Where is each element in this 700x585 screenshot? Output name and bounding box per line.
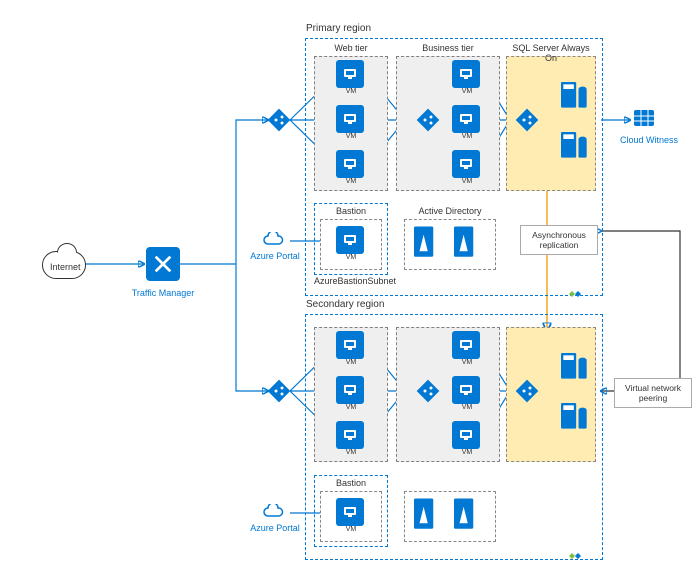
sql-server-icon	[558, 353, 592, 385]
vm-caption: VM	[336, 88, 366, 95]
vm-node: VM	[336, 331, 366, 366]
vm-icon	[336, 150, 364, 178]
vm-node: VM	[336, 60, 366, 95]
vm-node: VM	[452, 105, 482, 140]
vnet-peering-icon	[566, 289, 584, 299]
vm-icon	[452, 421, 480, 449]
internet-label: Internet	[50, 262, 81, 272]
vm-caption: VM	[452, 359, 482, 366]
vm-icon	[336, 331, 364, 359]
cloud-witness-icon	[632, 108, 660, 132]
vm-caption: VM	[336, 449, 366, 456]
vm-icon	[452, 60, 480, 88]
vm-caption: VM	[452, 404, 482, 411]
vm-icon	[336, 376, 364, 404]
vm-node: VM	[336, 105, 366, 140]
traffic-manager-icon	[146, 247, 180, 281]
vm-node: VM	[452, 331, 482, 366]
azure-portal-icon	[262, 232, 286, 250]
secondary-biz-lb	[417, 380, 439, 402]
cloud-witness-label: Cloud Witness	[614, 135, 684, 145]
vm-icon	[336, 226, 364, 254]
ad-server-icon	[414, 498, 448, 530]
vm-caption: VM	[336, 178, 366, 185]
vm-icon	[336, 60, 364, 88]
primary-ad-title: Active Directory	[405, 206, 495, 216]
vm-node: VM	[336, 421, 366, 456]
vm-caption: VM	[452, 449, 482, 456]
primary-bastion-subnet-label: AzureBastionSubnet	[314, 276, 394, 286]
secondary-bastion-title: Bastion	[321, 478, 381, 488]
primary-biz-title: Business tier	[397, 43, 499, 53]
primary-sql-lb	[516, 109, 538, 131]
primary-region-title: Primary region	[306, 23, 371, 34]
secondary-lb	[268, 380, 290, 402]
vm-node: VM	[336, 498, 366, 533]
vm-node: VM	[336, 150, 366, 185]
vm-caption: VM	[452, 88, 482, 95]
vm-caption: VM	[336, 254, 366, 261]
vm-icon	[336, 421, 364, 449]
vm-caption: VM	[452, 133, 482, 140]
secondary-region-title: Secondary region	[306, 299, 384, 310]
secondary-biz-tier	[396, 327, 500, 462]
vm-node: VM	[336, 376, 366, 411]
vm-icon	[452, 331, 480, 359]
peering-text: Virtual network peering	[625, 383, 681, 403]
vm-caption: VM	[336, 359, 366, 366]
sql-server-icon	[558, 403, 592, 435]
vm-icon	[452, 105, 480, 133]
sql-server-icon	[558, 82, 592, 114]
vm-caption: VM	[336, 133, 366, 140]
traffic-manager-label: Traffic Manager	[128, 288, 198, 298]
azure-portal-label: Azure Portal	[250, 251, 300, 261]
primary-sql-title: SQL Server Always On	[507, 43, 595, 63]
primary-biz-lb	[417, 109, 439, 131]
azure-portal-label-2: Azure Portal	[250, 523, 300, 533]
vm-caption: VM	[336, 404, 366, 411]
primary-web-title: Web tier	[315, 43, 387, 53]
ad-server-icon	[454, 498, 488, 530]
vnet-peering-note: Virtual network peering	[614, 378, 692, 408]
secondary-sql-lb	[516, 380, 538, 402]
vm-node: VM	[452, 421, 482, 456]
azure-portal-icon	[262, 504, 286, 522]
vm-icon	[336, 498, 364, 526]
vm-caption: VM	[336, 526, 366, 533]
primary-biz-tier: Business tier	[396, 56, 500, 191]
sql-server-icon	[558, 132, 592, 164]
ad-server-icon	[454, 226, 488, 258]
vm-node: VM	[452, 60, 482, 95]
vm-icon	[452, 150, 480, 178]
async-replication-note: Asynchronous replication	[520, 225, 598, 255]
vm-node: VM	[336, 226, 366, 261]
vm-node: VM	[452, 150, 482, 185]
vm-icon	[452, 376, 480, 404]
vm-icon	[336, 105, 364, 133]
vm-node: VM	[452, 376, 482, 411]
ad-server-icon	[414, 226, 448, 258]
vm-caption: VM	[452, 178, 482, 185]
primary-bastion-title: Bastion	[321, 206, 381, 216]
vnet-peering-icon	[566, 551, 584, 561]
primary-lb	[268, 109, 290, 131]
async-text: Asynchronous replication	[532, 230, 586, 250]
